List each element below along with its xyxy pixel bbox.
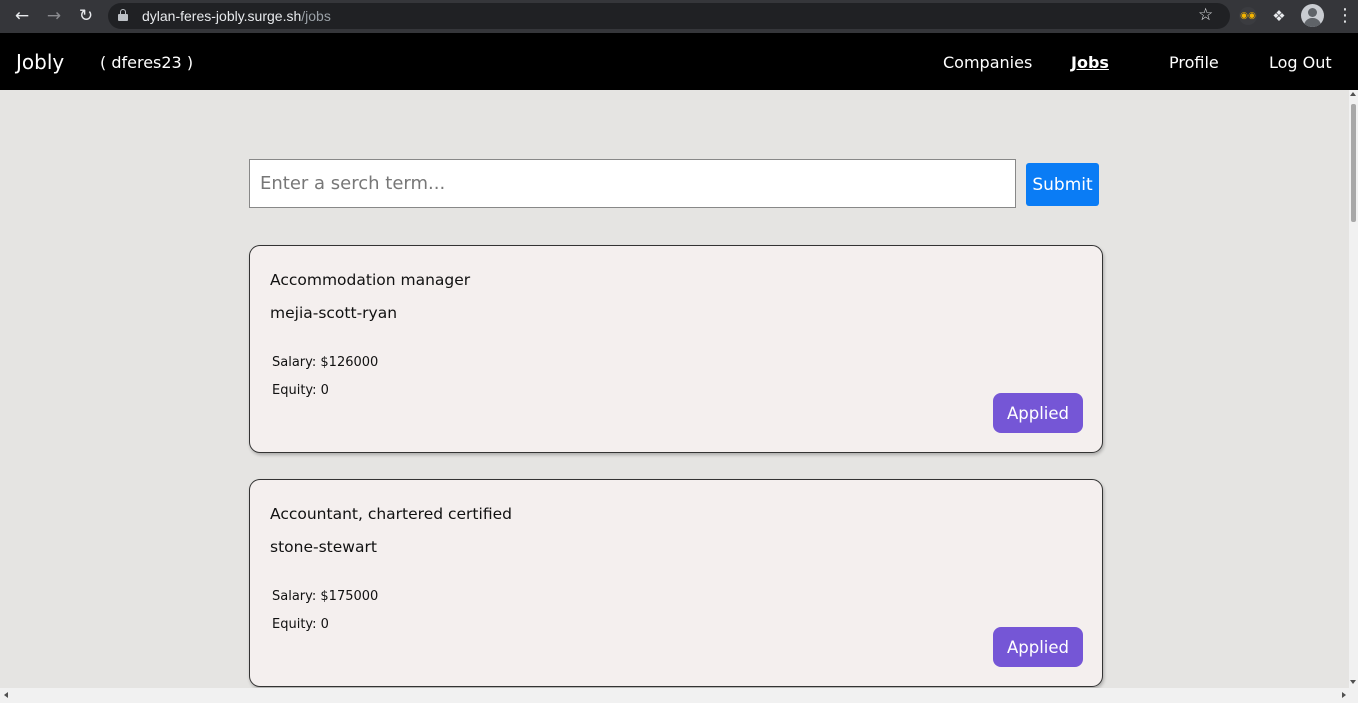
scroll-left-arrow-icon[interactable] [4, 692, 8, 698]
reload-icon[interactable]: ↻ [76, 6, 96, 26]
profile-avatar-icon[interactable] [1301, 4, 1324, 27]
scroll-up-arrow-icon[interactable] [1350, 92, 1356, 96]
url-text[interactable]: dylan-feres-jobly.surge.sh/jobs [142, 8, 331, 24]
address-bar[interactable]: dylan-feres-jobly.surge.sh/jobs [108, 3, 1230, 29]
job-equity: Equity: 0 [272, 383, 329, 398]
nav-link-companies[interactable]: Companies [943, 53, 1032, 72]
nav-link-jobs[interactable]: Jobs [1071, 53, 1109, 72]
job-equity: Equity: 0 [272, 617, 329, 632]
forward-arrow-icon[interactable]: → [44, 6, 64, 26]
job-card: Accommodation manager mejia-scott-ryan S… [249, 245, 1103, 453]
puzzle-piece-icon[interactable]: ❖ [1270, 7, 1288, 25]
horizontal-scrollbar[interactable] [0, 688, 1358, 703]
applied-button[interactable]: Applied [993, 393, 1083, 433]
nav-link-logout[interactable]: Log Out [1269, 53, 1332, 72]
submit-button[interactable]: Submit [1026, 163, 1099, 206]
scrollbar-thumb[interactable] [1351, 104, 1356, 222]
username-label: ( dferes23 ) [100, 53, 194, 72]
job-salary: Salary: $126000 [272, 355, 379, 370]
nav-link-profile[interactable]: Profile [1169, 53, 1219, 72]
scroll-right-arrow-icon[interactable] [1342, 692, 1346, 698]
url-host: dylan-feres-jobly.surge.sh [142, 8, 302, 24]
url-path: /jobs [301, 8, 331, 24]
vertical-scrollbar[interactable] [1349, 90, 1358, 688]
search-input[interactable] [249, 159, 1016, 208]
scroll-down-arrow-icon[interactable] [1350, 680, 1356, 684]
lock-icon [118, 9, 128, 22]
job-title: Accommodation manager [270, 271, 471, 289]
app-navbar: Jobly ( dferes23 ) Companies Jobs Profil… [0, 33, 1358, 90]
extension-eyes-icon[interactable]: ◉◉ [1239, 7, 1257, 25]
job-salary: Salary: $175000 [272, 589, 379, 604]
browser-toolbar: ← → ↻ dylan-feres-jobly.surge.sh/jobs ☆ … [0, 0, 1358, 33]
star-icon[interactable]: ☆ [1198, 5, 1213, 25]
job-card: Accountant, chartered certified stone-st… [249, 479, 1103, 687]
job-company: stone-stewart [270, 538, 377, 556]
applied-button[interactable]: Applied [993, 627, 1083, 667]
job-company: mejia-scott-ryan [270, 304, 398, 322]
kebab-menu-icon[interactable]: ⋮ [1336, 6, 1354, 26]
job-title: Accountant, chartered certified [270, 505, 512, 523]
brand-link[interactable]: Jobly [16, 50, 64, 74]
back-arrow-icon[interactable]: ← [12, 6, 32, 26]
